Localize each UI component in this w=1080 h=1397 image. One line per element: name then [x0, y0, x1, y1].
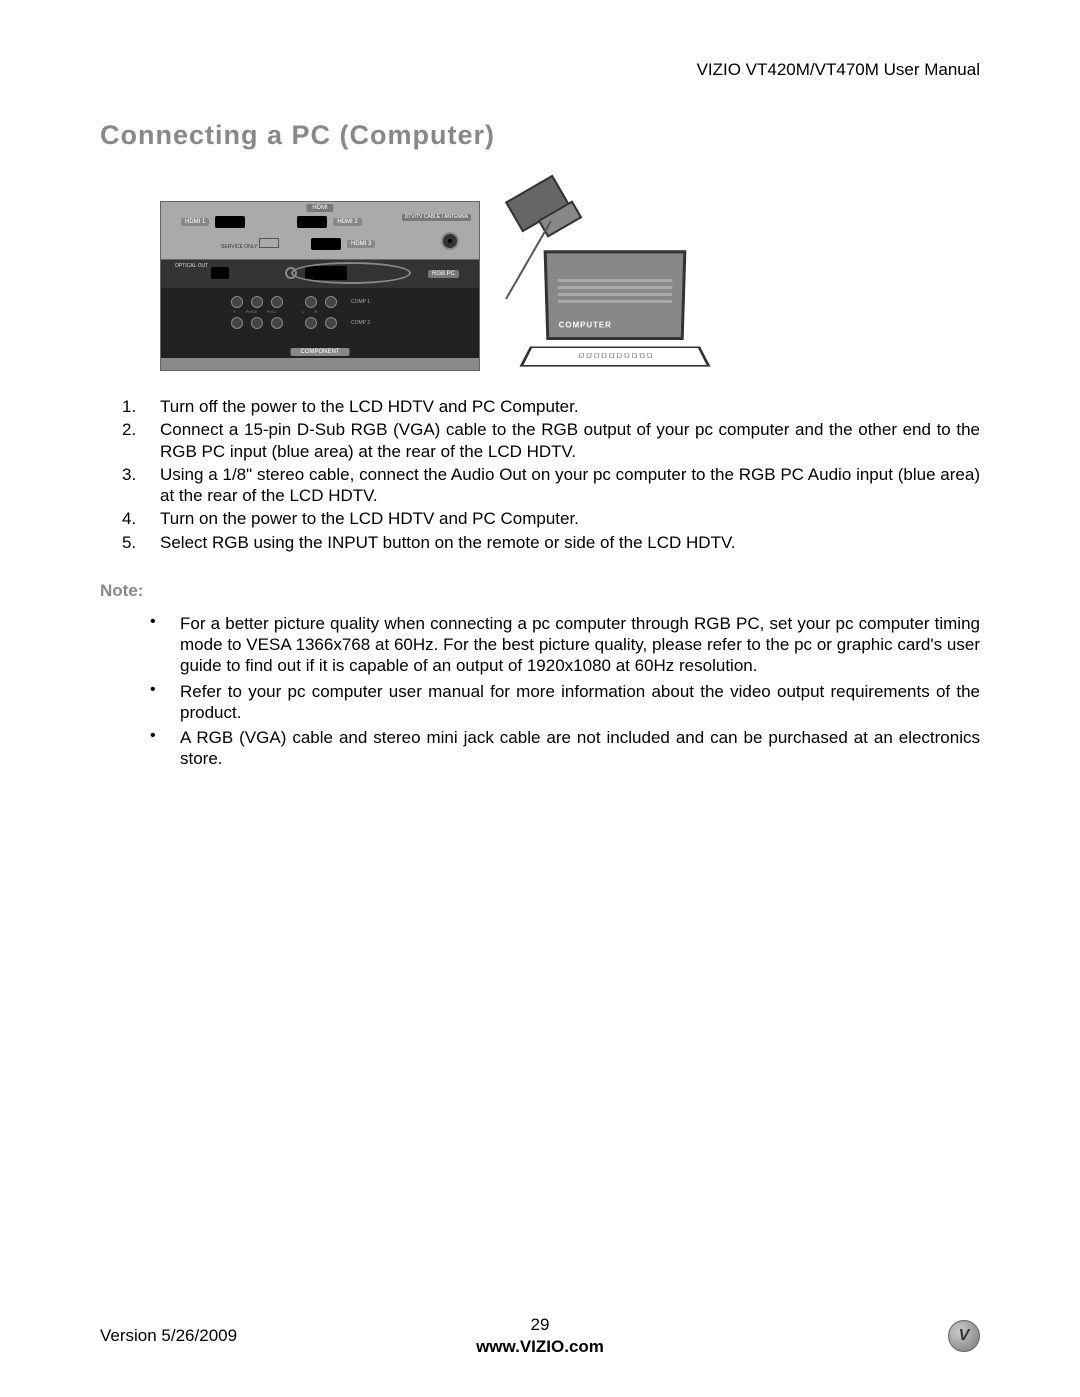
comp-port-icon: [251, 296, 263, 308]
hdmi3-label: HDMI 3: [347, 240, 375, 248]
bullet-icon: •: [150, 681, 180, 724]
optical-port-icon: [211, 267, 229, 279]
instruction-number: 2.: [100, 419, 160, 462]
vizio-logo-icon: V: [948, 1320, 980, 1352]
antenna-label: DTV/TV CABLE / ANTENNA: [402, 214, 471, 221]
comp2-label: COMP 2: [351, 320, 370, 326]
bullet-icon: •: [150, 727, 180, 770]
instruction-number: 3.: [100, 464, 160, 507]
hdmi2-label: HDMI 2: [333, 218, 361, 226]
pb-label: Pb/Cb: [246, 309, 257, 314]
instruction-number: 5.: [100, 532, 160, 553]
instruction-item: 3. Using a 1/8" stereo cable, connect th…: [100, 464, 980, 507]
note-heading: Note:: [100, 581, 980, 601]
service-label: SERVICE ONLY: [221, 244, 257, 250]
instruction-item: 1. Turn off the power to the LCD HDTV an…: [100, 396, 980, 417]
tv-back-panel-diagram: HDMI HDMI 1 HDMI 2 SERVICE ONLY HDMI 3 D…: [160, 201, 480, 371]
instruction-text: Turn on the power to the LCD HDTV and PC…: [160, 508, 980, 529]
hdmi3-port-icon: [311, 238, 341, 250]
page-number: 29: [393, 1315, 686, 1335]
rgb-pc-label: RGB PC: [428, 270, 459, 278]
instruction-list: 1. Turn off the power to the LCD HDTV an…: [100, 396, 980, 553]
r-label: R: [314, 309, 317, 314]
note-text: Refer to your pc computer user manual fo…: [180, 681, 980, 724]
optical-out-label: OPTICAL OUT: [175, 264, 208, 270]
instruction-text: Using a 1/8" stereo cable, connect the A…: [160, 464, 980, 507]
rgb-pc-port-icon: [305, 266, 347, 280]
l-label: L: [302, 309, 304, 314]
instruction-text: Select RGB using the INPUT button on the…: [160, 532, 980, 553]
instruction-number: 4.: [100, 508, 160, 529]
comp1-label: COMP 1: [351, 299, 370, 305]
y-label: Y: [233, 309, 236, 314]
vga-connector-icon: [510, 171, 610, 261]
hdmi1-label: HDMI 1: [181, 218, 209, 226]
comp-port-icon: [271, 317, 283, 329]
laptop-screen-icon: COMPUTER: [544, 250, 687, 340]
note-item: • Refer to your pc computer user manual …: [100, 681, 980, 724]
hdmi2-port-icon: [297, 216, 327, 228]
comp-port-icon: [231, 296, 243, 308]
section-title: Connecting a PC (Computer): [100, 120, 980, 151]
diagram-row: HDMI HDMI 1 HDMI 2 SERVICE ONLY HDMI 3 D…: [100, 171, 980, 371]
comp-port-icon: [305, 296, 317, 308]
hdmi1-port-icon: [215, 216, 245, 228]
note-text: A RGB (VGA) cable and stereo mini jack c…: [180, 727, 980, 770]
laptop-keyboard-icon: ▯▯▯▯▯▯▯▯▯▯: [519, 347, 710, 367]
instruction-item: 4. Turn on the power to the LCD HDTV and…: [100, 508, 980, 529]
bullet-icon: •: [150, 613, 180, 677]
note-text: For a better picture quality when connec…: [180, 613, 980, 677]
note-item: • For a better picture quality when conn…: [100, 613, 980, 677]
laptop-diagram: COMPUTER ▯▯▯▯▯▯▯▯▯▯: [510, 171, 730, 371]
pr-label: Pr/Cr: [267, 309, 276, 314]
instruction-text: Turn off the power to the LCD HDTV and P…: [160, 396, 980, 417]
pc-audio-jack-icon: [285, 267, 297, 279]
note-list: • For a better picture quality when conn…: [100, 613, 980, 770]
instruction-number: 1.: [100, 396, 160, 417]
comp-port-icon: [231, 317, 243, 329]
instruction-text: Connect a 15-pin D-Sub RGB (VGA) cable t…: [160, 419, 980, 462]
hdmi-section-label: HDMI: [306, 204, 333, 212]
footer-url: www.VIZIO.com: [393, 1337, 686, 1357]
service-port-icon: [259, 238, 279, 248]
comp-port-icon: [251, 317, 263, 329]
instruction-item: 2. Connect a 15-pin D-Sub RGB (VGA) cabl…: [100, 419, 980, 462]
laptop-label: COMPUTER: [559, 321, 612, 330]
header-manual-title: VIZIO VT420M/VT470M User Manual: [100, 60, 980, 80]
comp-port-icon: [325, 296, 337, 308]
comp-port-icon: [325, 317, 337, 329]
note-item: • A RGB (VGA) cable and stereo mini jack…: [100, 727, 980, 770]
page-footer: Version 5/26/2009 29 www.VIZIO.com V: [100, 1315, 980, 1357]
footer-version: Version 5/26/2009: [100, 1326, 393, 1346]
component-label: COMPONENT: [291, 348, 350, 356]
antenna-jack-icon: [441, 232, 459, 250]
instruction-item: 5. Select RGB using the INPUT button on …: [100, 532, 980, 553]
comp-port-icon: [271, 296, 283, 308]
comp-port-icon: [305, 317, 317, 329]
